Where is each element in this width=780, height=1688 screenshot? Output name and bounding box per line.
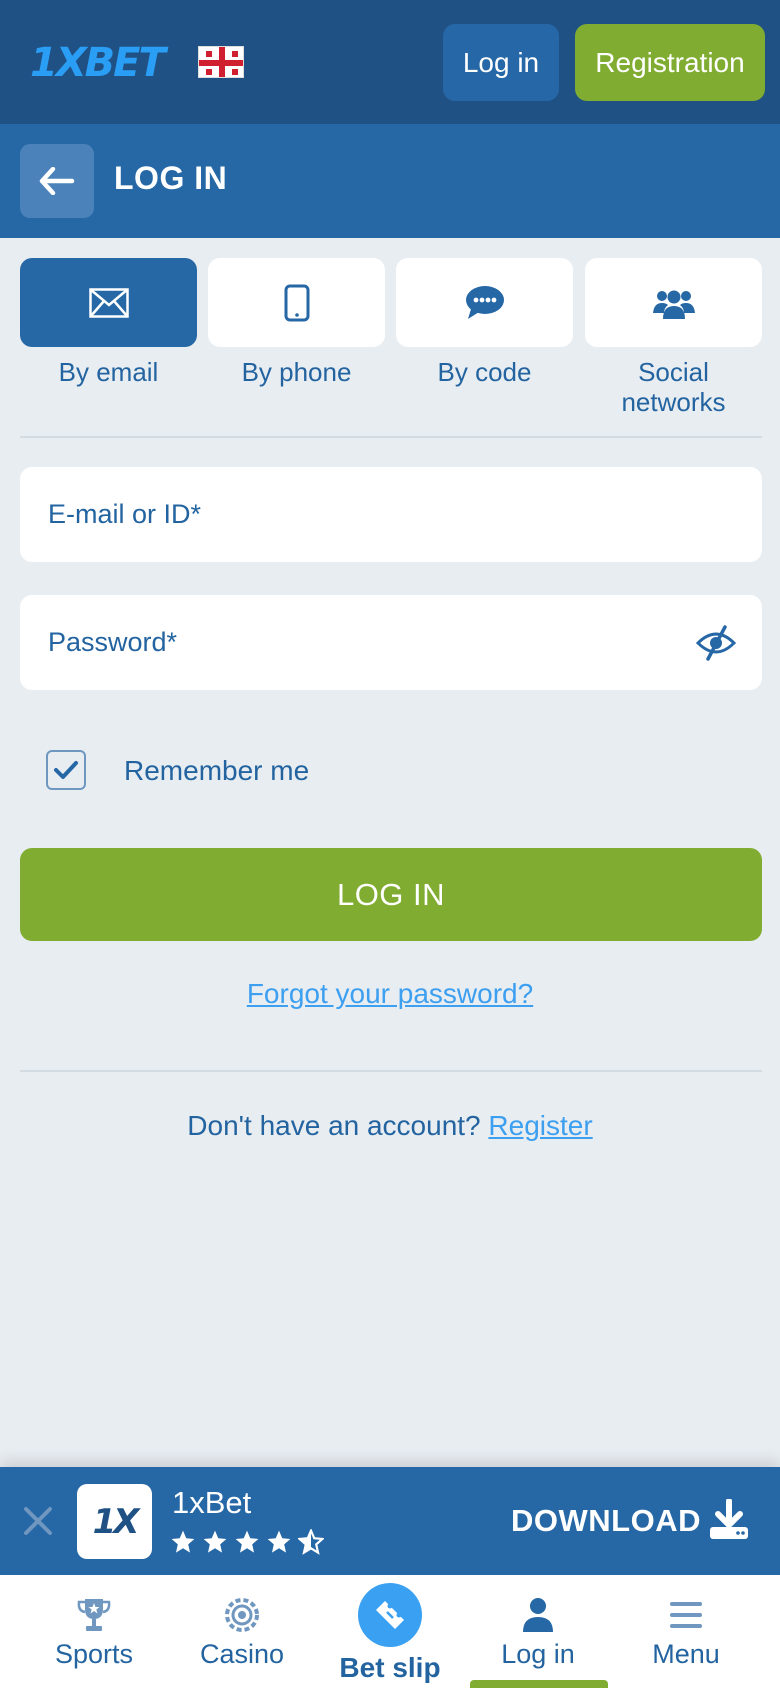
app-rating-stars — [170, 1529, 324, 1555]
no-account-prompt: Don't have an account? Register — [0, 1110, 780, 1142]
app-icon-text: 1X — [92, 1501, 140, 1542]
nav-label: Sports — [54, 1639, 134, 1669]
hamburger-icon — [670, 1602, 702, 1628]
remember-me-checkbox[interactable] — [46, 750, 86, 790]
user-icon — [523, 1598, 553, 1632]
tab-label: By code — [437, 357, 532, 387]
nav-menu[interactable]: Menu — [611, 1575, 761, 1688]
star-icon — [235, 1530, 259, 1553]
tab-by-code[interactable]: By code — [396, 258, 573, 387]
bottom-navigation: Sports Casino Bet slip Log in Menu — [0, 1575, 780, 1688]
app-icon: 1X — [77, 1484, 152, 1559]
brand-logo[interactable]: 1XBET — [30, 40, 166, 86]
login-method-tabs: By email By phone By code Social network… — [20, 258, 762, 418]
password-field[interactable] — [20, 595, 762, 690]
nav-casino[interactable]: Casino — [167, 1575, 317, 1688]
page-title: LOG IN — [114, 160, 228, 196]
back-button[interactable] — [20, 144, 94, 218]
tab-label: By email — [58, 357, 159, 387]
brand-logo-text: 1XBET — [30, 40, 166, 86]
chat-icon — [465, 285, 504, 319]
envelope-icon — [88, 287, 129, 318]
nav-log-in[interactable]: Log in — [463, 1575, 613, 1688]
casino-chip-icon — [225, 1598, 259, 1632]
trophy-icon — [77, 1599, 111, 1631]
header-registration-button[interactable]: Registration — [575, 24, 765, 101]
divider — [20, 1070, 762, 1072]
nav-label: Menu — [652, 1639, 720, 1669]
email-input[interactable] — [48, 467, 688, 562]
login-submit-button[interactable]: LOG IN — [20, 848, 762, 941]
close-icon[interactable] — [20, 1503, 56, 1539]
nav-label: Log in — [501, 1639, 575, 1669]
bet-slip-button[interactable] — [358, 1583, 422, 1647]
nav-label: Casino — [199, 1639, 285, 1669]
half-star-icon — [298, 1529, 324, 1555]
active-nav-indicator — [470, 1680, 608, 1688]
arrow-left-icon — [39, 167, 75, 195]
tab-label: Social networks — [621, 357, 726, 417]
phone-icon — [284, 284, 309, 321]
no-account-text: Don't have an account? — [187, 1110, 481, 1141]
app-name: 1xBet — [172, 1485, 252, 1520]
tab-by-phone[interactable]: By phone — [208, 258, 385, 387]
divider — [20, 436, 762, 438]
checkmark-icon — [54, 761, 78, 779]
tab-by-email[interactable]: By email — [20, 258, 197, 387]
download-icon[interactable] — [708, 1499, 750, 1541]
register-link[interactable]: Register — [488, 1110, 592, 1141]
nav-bet-slip[interactable]: Bet slip — [315, 1575, 465, 1688]
tab-social-networks[interactable]: Social networks — [585, 258, 762, 417]
star-icon — [267, 1530, 291, 1553]
remember-me-label[interactable]: Remember me — [124, 755, 309, 787]
georgia-flag-icon[interactable] — [198, 46, 244, 78]
ticket-icon — [376, 1601, 404, 1629]
email-field[interactable] — [20, 467, 762, 562]
nav-sports[interactable]: Sports — [19, 1575, 169, 1688]
download-button[interactable]: DOWNLOAD — [511, 1503, 701, 1539]
tab-label: By phone — [241, 357, 352, 387]
top-header: 1XBET Log in Registration — [0, 0, 780, 124]
users-icon — [652, 290, 695, 319]
password-input[interactable] — [48, 595, 688, 690]
header-login-button[interactable]: Log in — [443, 24, 559, 101]
star-icon — [171, 1530, 195, 1553]
app-download-banner: 1X 1xBet DOWNLOAD — [0, 1467, 780, 1575]
eye-hidden-icon[interactable] — [696, 623, 736, 663]
page-title-bar: LOG IN — [0, 124, 780, 238]
forgot-password-link[interactable]: Forgot your password? — [0, 978, 780, 1010]
star-icon — [203, 1530, 227, 1553]
nav-label: Bet slip — [339, 1652, 441, 1683]
